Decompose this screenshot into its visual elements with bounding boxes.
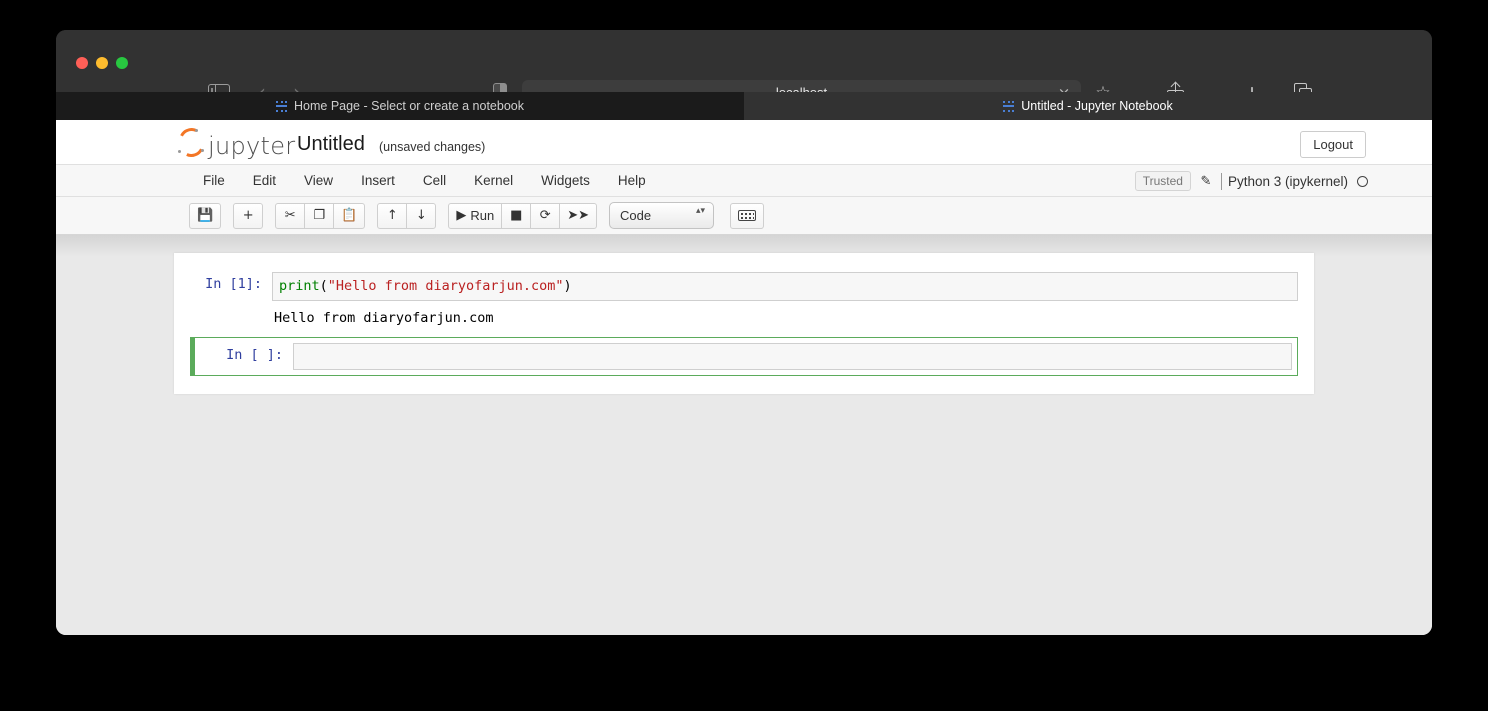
chevron-updown-icon: ▴▾: [695, 206, 706, 216]
interrupt-kernel-button[interactable]: ■: [501, 202, 532, 229]
paste-cell-button[interactable]: 📋: [333, 202, 366, 229]
code-token-string: "Hello from diaryofarjun.com": [327, 278, 564, 294]
menu-item-help[interactable]: Help: [604, 165, 660, 197]
run-label: Run: [470, 208, 495, 223]
run-button[interactable]: ▶ Run: [448, 202, 503, 229]
jupyter-favicon-icon: [1003, 100, 1015, 112]
kernel-idle-indicator-icon: [1357, 175, 1368, 187]
save-button[interactable]: 💾: [189, 202, 222, 229]
tab-title: Home Page - Select or create a notebook: [294, 99, 524, 113]
cell-input[interactable]: print("Hello from diaryofarjun.com"): [272, 272, 1298, 301]
cell-output-row: Hello from diaryofarjun.com: [174, 306, 1314, 334]
page-content: jupyter Untitled (unsaved changes) Logou…: [56, 120, 1432, 635]
code-cell[interactable]: In [1]: print("Hello from diaryofarjun.c…: [174, 267, 1314, 306]
browser-tab-untitled-notebook[interactable]: Untitled - Jupyter Notebook: [744, 92, 1432, 120]
kernel-status-area: Trusted ✎ Python 3 (ipykernel): [1134, 165, 1368, 197]
jupyter-header: jupyter Untitled (unsaved changes) Logou…: [56, 120, 1432, 165]
toolbar-group-shortcuts: [730, 202, 765, 229]
restart-kernel-button[interactable]: ⟳: [530, 202, 561, 229]
toolbar-group-clipboard: ✂ ❐ 📋: [275, 202, 366, 229]
tab-strip: Home Page - Select or create a notebook …: [56, 92, 1432, 120]
menu-bar: File Edit View Insert Cell Kernel Widget…: [56, 165, 1432, 197]
play-icon: ▶: [456, 208, 467, 223]
cell-output-text: Hello from diaryofarjun.com: [274, 310, 494, 326]
menu-item-insert[interactable]: Insert: [347, 165, 409, 197]
notebook-body: In [1]: print("Hello from diaryofarjun.c…: [56, 235, 1432, 635]
cell-type-select[interactable]: Code ▴▾: [609, 202, 715, 229]
menu-item-cell[interactable]: Cell: [409, 165, 460, 197]
insert-cell-below-button[interactable]: +: [233, 202, 264, 229]
browser-window: ‹ › localhost × ☆ + Home Page - Select o…: [56, 30, 1432, 635]
kernel-name-label[interactable]: Python 3 (ipykernel): [1228, 174, 1348, 189]
code-token-function: print: [279, 278, 320, 294]
edit-pencil-icon[interactable]: ✎: [1191, 174, 1221, 189]
output-prompt-spacer: [190, 308, 272, 328]
restart-and-run-all-button[interactable]: ➤➤: [559, 202, 598, 229]
menu-item-view[interactable]: View: [290, 165, 347, 197]
minimize-window-button[interactable]: [96, 57, 108, 69]
keyboard-icon: [738, 210, 757, 221]
tab-title: Untitled - Jupyter Notebook: [1021, 99, 1173, 113]
zoom-window-button[interactable]: [116, 57, 128, 69]
cell-type-value: Code: [620, 208, 652, 223]
trusted-badge[interactable]: Trusted: [1134, 171, 1191, 191]
notebook-toolbar: 💾 + ✂ ❐ 📋 ↑ ↓ ▶ Run ■ ⟳ ➤➤ Code ▴▾: [56, 197, 1432, 235]
notebook-panel: In [1]: print("Hello from diaryofarjun.c…: [174, 253, 1314, 394]
menu-item-widgets[interactable]: Widgets: [527, 165, 604, 197]
save-status: (unsaved changes): [379, 140, 486, 154]
logout-button[interactable]: Logout: [1300, 131, 1366, 158]
cell-input[interactable]: [293, 343, 1292, 370]
code-token-paren-open: (: [319, 278, 328, 294]
move-cell-up-button[interactable]: ↑: [377, 202, 408, 229]
toolbar-group-run: ▶ Run ■ ⟳ ➤➤: [448, 202, 598, 229]
keyboard-shortcuts-button[interactable]: [730, 202, 765, 229]
browser-toolbar: ‹ › localhost × ☆ +: [56, 30, 1432, 107]
menu-item-file[interactable]: File: [189, 165, 239, 197]
menu-item-edit[interactable]: Edit: [239, 165, 290, 197]
code-cell-selected[interactable]: In [ ]:: [190, 337, 1298, 376]
jupyter-wordmark[interactable]: jupyter: [208, 132, 295, 160]
window-traffic-lights: [76, 57, 128, 69]
toolbar-group-move: ↑ ↓: [377, 202, 437, 229]
cell-prompt: In [1]:: [205, 276, 262, 292]
jupyter-favicon-icon: [276, 100, 287, 112]
copy-cell-button[interactable]: ❐: [304, 202, 335, 229]
browser-tab-home-page[interactable]: Home Page - Select or create a notebook: [56, 92, 744, 120]
divider: [1220, 172, 1222, 190]
toolbar-group-insert: +: [233, 202, 264, 229]
cell-prompt: In [ ]:: [226, 347, 283, 363]
menu-item-kernel[interactable]: Kernel: [460, 165, 527, 197]
toolbar-group-save: 💾: [189, 202, 222, 229]
cut-cell-button[interactable]: ✂: [275, 202, 306, 229]
jupyter-logo-icon[interactable]: [175, 124, 208, 161]
page-title[interactable]: Untitled: [297, 133, 365, 156]
move-cell-down-button[interactable]: ↓: [406, 202, 437, 229]
close-window-button[interactable]: [76, 57, 88, 69]
code-token-paren-close: ): [563, 278, 572, 294]
